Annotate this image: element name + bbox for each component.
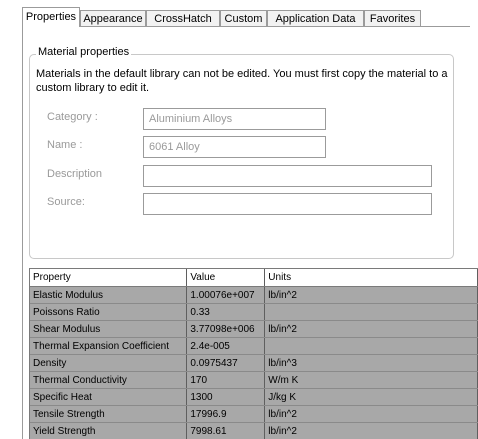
tab-properties[interactable]: Properties xyxy=(22,7,80,27)
property-grid: Property Value Units Elastic Modulus 1.00… xyxy=(29,268,478,439)
tab-label: CrossHatch xyxy=(154,13,212,25)
units-cell: lb/in^2 xyxy=(264,320,478,338)
units-cell: lb/in^2 xyxy=(264,405,478,423)
tab-crosshatch[interactable]: CrossHatch xyxy=(146,10,220,26)
tab-bar: Properties Appearance CrossHatch Custom … xyxy=(0,0,478,27)
tab-label: Custom xyxy=(224,13,263,25)
value-cell: 1.00076e+007 xyxy=(186,286,266,304)
property-cell: Poissons Ratio xyxy=(30,303,188,321)
value-cell: 3.77098e+006 xyxy=(186,320,266,338)
name-label: Name : xyxy=(47,139,83,151)
tab-label: Properties xyxy=(25,11,77,23)
property-cell: Tensile Strength xyxy=(30,405,188,423)
value-cell: 0.33 xyxy=(186,303,266,321)
table-row[interactable]: Shear Modulus 3.77098e+006 lb/in^2 xyxy=(30,320,478,338)
units-cell xyxy=(264,303,478,321)
tab-appearance[interactable]: Appearance xyxy=(80,10,146,26)
units-cell: lb/in^2 xyxy=(264,422,478,439)
source-field[interactable] xyxy=(143,193,432,215)
property-cell: Elastic Modulus xyxy=(30,286,188,304)
units-cell xyxy=(264,337,478,355)
tab-favorites[interactable]: Favorites xyxy=(364,10,421,26)
name-field[interactable]: 6061 Alloy xyxy=(143,136,326,158)
property-cell: Specific Heat xyxy=(30,388,188,406)
units-cell: W/m K xyxy=(264,371,478,389)
table-row[interactable]: Tensile Strength 17996.9 lb/in^2 xyxy=(30,405,478,423)
value-cell: 17996.9 xyxy=(186,405,266,423)
value-cell: 0.0975437 xyxy=(186,354,266,372)
units-cell: J/kg K xyxy=(264,388,478,406)
units-cell: lb/in^3 xyxy=(264,354,478,372)
value-cell: 170 xyxy=(186,371,266,389)
table-row[interactable]: Yield Strength 7998.61 lb/in^2 xyxy=(30,422,478,439)
source-label: Source: xyxy=(47,196,85,208)
property-cell: Thermal Expansion Coefficient xyxy=(30,337,188,355)
library-note: Materials in the default library can not… xyxy=(36,68,448,94)
tab-label: Appearance xyxy=(83,13,143,25)
column-header-property[interactable]: Property xyxy=(30,269,188,287)
tab-application-data[interactable]: Application Data xyxy=(267,10,364,26)
column-header-value[interactable]: Value xyxy=(186,269,266,287)
category-label: Category : xyxy=(47,111,98,123)
property-cell: Density xyxy=(30,354,188,372)
tab-label: Favorites xyxy=(369,13,416,25)
table-header-row: Property Value Units xyxy=(30,269,478,287)
description-label: Description xyxy=(47,168,103,180)
property-cell: Yield Strength xyxy=(30,422,188,439)
description-field[interactable] xyxy=(143,165,432,187)
tab-custom[interactable]: Custom xyxy=(220,10,267,26)
table-row[interactable]: Thermal Conductivity 170 W/m K xyxy=(30,371,478,389)
property-cell: Thermal Conductivity xyxy=(30,371,188,389)
column-header-units[interactable]: Units xyxy=(264,269,478,287)
units-cell: lb/in^2 xyxy=(264,286,478,304)
value-cell: 1300 xyxy=(186,388,266,406)
tab-label: Application Data xyxy=(275,13,356,25)
group-title: Material properties xyxy=(36,46,132,58)
value-cell: 2.4e-005 xyxy=(186,337,266,355)
category-field[interactable]: Aluminium Alloys xyxy=(143,108,326,130)
value-cell: 7998.61 xyxy=(186,422,266,439)
property-cell: Shear Modulus xyxy=(30,320,188,338)
table-row[interactable]: Specific Heat 1300 J/kg K xyxy=(30,388,478,406)
table-row[interactable]: Density 0.0975437 lb/in^3 xyxy=(30,354,478,372)
property-table: Property Value Units Elastic Modulus 1.00… xyxy=(30,269,478,439)
table-row[interactable]: Poissons Ratio 0.33 xyxy=(30,303,478,321)
table-row[interactable]: Elastic Modulus 1.00076e+007 lb/in^2 xyxy=(30,286,478,304)
table-row[interactable]: Thermal Expansion Coefficient 2.4e-005 xyxy=(30,337,478,355)
